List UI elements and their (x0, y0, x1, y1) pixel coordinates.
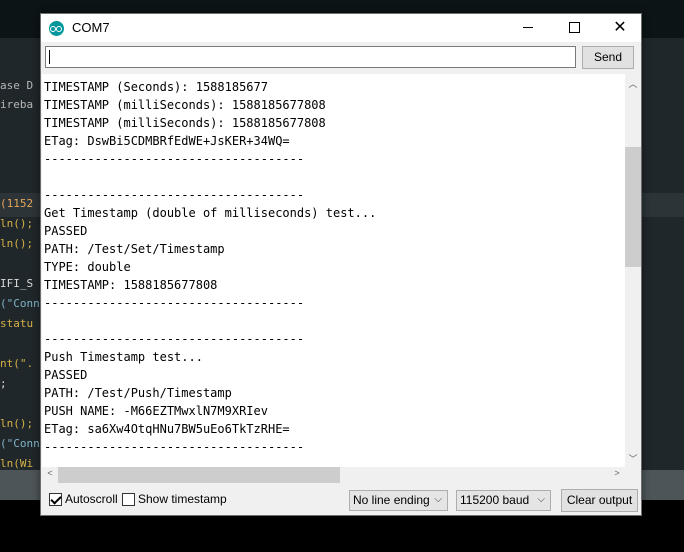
line-ending-value: No line ending (353, 493, 430, 507)
code-fragment: statu (0, 317, 34, 330)
bottom-bar: Autoscroll Show timestamp No line ending… (41, 485, 641, 515)
scroll-left-icon[interactable]: < (42, 468, 58, 478)
code-fragment: ireba (0, 98, 34, 111)
code-fragment: ln(); (0, 237, 34, 250)
output-line: ------------------------------------ (44, 332, 305, 346)
output-line: TIMESTAMP: 1588185677808 (44, 278, 218, 292)
vertical-scrollbar[interactable]: ︿ ﹀ (625, 74, 641, 467)
baud-rate-select[interactable]: 115200 baud ⌵ (456, 490, 551, 511)
output-line: Push Timestamp test... (44, 350, 203, 364)
close-icon: ✕ (613, 19, 627, 36)
output-line: PATH: /Test/Set/Timestamp (44, 242, 225, 256)
window-title: COM7 (72, 20, 110, 35)
text-caret (49, 50, 50, 64)
output-line: PASSED (44, 224, 88, 238)
code-fragment: ln(); (0, 417, 34, 430)
output-line: PASSED (44, 368, 88, 382)
arduino-logo-icon (49, 21, 64, 36)
baud-rate-value: 115200 baud (460, 493, 530, 507)
output-line: TIMESTAMP (milliSeconds): 1588185677808 (44, 98, 326, 112)
code-fragment: IFI_S (0, 277, 34, 290)
code-fragment: ln(); (0, 217, 34, 230)
horizontal-scrollbar[interactable]: < > (42, 467, 625, 483)
chevron-down-icon: ⌵ (434, 494, 442, 505)
minimize-button[interactable] (505, 14, 551, 42)
scroll-corner (625, 467, 641, 483)
send-button[interactable]: Send (582, 46, 634, 69)
autoscroll-label[interactable]: Autoscroll (65, 492, 118, 506)
close-button[interactable]: ✕ (597, 14, 643, 42)
serial-monitor-window: COM7 ✕ Send TIMESTAMP (Seconds): 1588185… (40, 13, 642, 516)
output-line: TYPE: double (44, 260, 131, 274)
title-bar[interactable]: COM7 ✕ (41, 14, 641, 42)
output-line: ------------------------------------ (44, 152, 305, 166)
output-line: ------------------------------------ (44, 440, 305, 454)
output-line: PATH: /Test/Push/Timestamp (44, 386, 232, 400)
output-line: Get Timestamp (double of milliseconds) t… (44, 206, 377, 220)
serial-output[interactable]: TIMESTAMP (Seconds): 1588185677 TIMESTAMP… (42, 74, 625, 467)
maximize-icon (568, 22, 580, 34)
minimize-icon (523, 27, 533, 29)
code-fragment: (1152 (0, 197, 34, 210)
output-line: ------------------------------------ (44, 188, 305, 202)
output-line: ETag: sa6Xw4OtqHNu7BW5uEo6TkTzRHE= (44, 422, 290, 436)
code-fragment: ; (0, 377, 7, 390)
scroll-down-icon[interactable]: ﹀ (625, 452, 641, 465)
output-line: PUSH NAME: -M66EZTMwxlN7M9XRIev (44, 404, 268, 418)
scroll-up-icon[interactable]: ︿ (625, 77, 641, 90)
scroll-right-icon[interactable]: > (609, 468, 625, 478)
autoscroll-checkbox[interactable] (49, 493, 62, 506)
output-line: ------------------------------------ (44, 296, 305, 310)
show-timestamp-checkbox[interactable] (122, 493, 135, 506)
chevron-down-icon: ⌵ (537, 494, 545, 505)
line-ending-select[interactable]: No line ending ⌵ (349, 490, 448, 511)
horizontal-scroll-thumb[interactable] (58, 467, 340, 483)
code-fragment: ase D (0, 79, 34, 92)
code-fragment: ("Conn (0, 297, 40, 310)
output-line: TIMESTAMP (Seconds): 1588185677 (44, 80, 268, 94)
output-line: ETag: DswBi5CDMBRfEdWE+JsKER+34WQ= (44, 134, 290, 148)
code-fragment: ("Conn (0, 437, 40, 450)
maximize-button[interactable] (551, 14, 597, 42)
clear-output-button[interactable]: Clear output (561, 489, 638, 512)
code-fragment: ln(Wi (0, 457, 34, 470)
show-timestamp-label[interactable]: Show timestamp (138, 492, 227, 506)
code-fragment: nt(". (0, 357, 34, 370)
vertical-scroll-thumb[interactable] (625, 147, 641, 267)
output-line: TIMESTAMP (milliSeconds): 1588185677808 (44, 116, 326, 130)
send-bar: Send (41, 42, 641, 74)
send-input[interactable] (45, 46, 576, 68)
